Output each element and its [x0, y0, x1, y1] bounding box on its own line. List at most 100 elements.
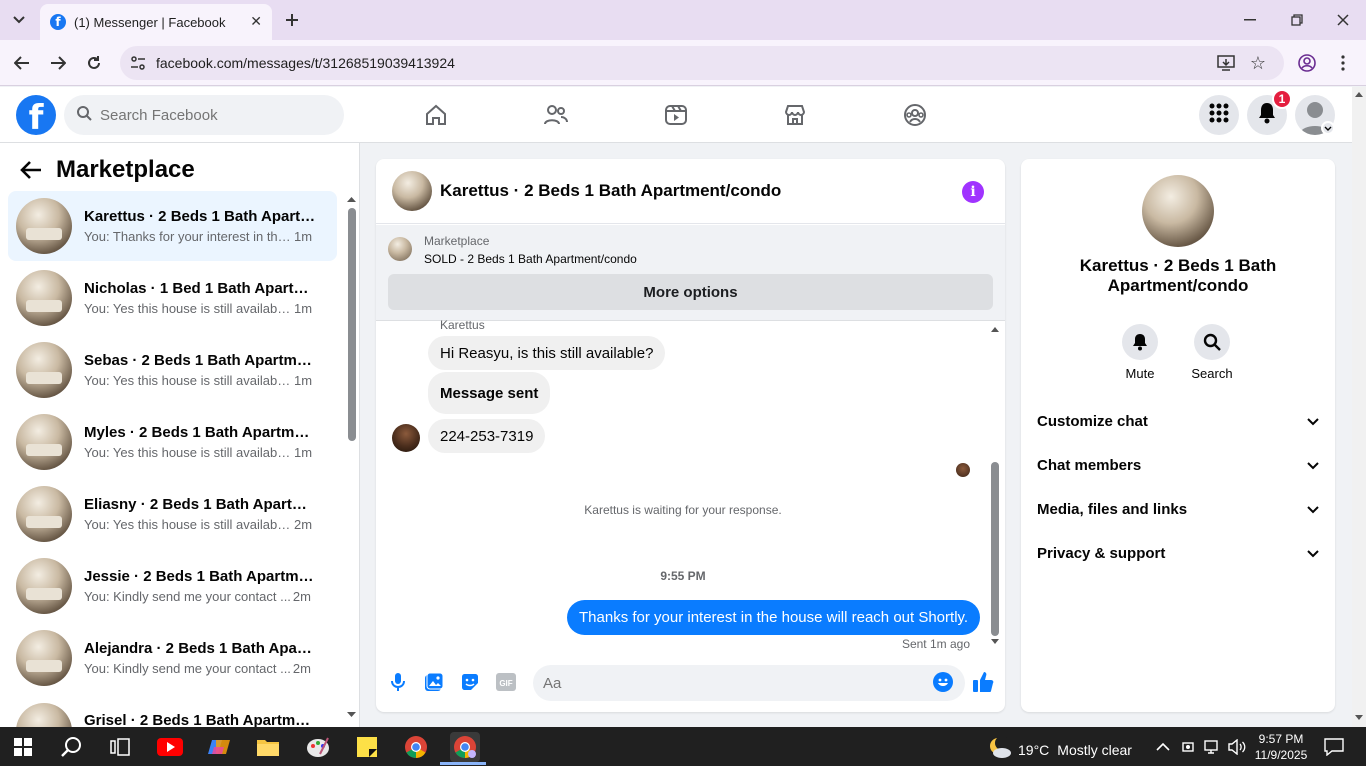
details-avatar[interactable] — [1142, 175, 1214, 247]
tab-list-chevron-icon[interactable] — [8, 10, 30, 30]
photo-icon[interactable] — [422, 670, 446, 694]
file-explorer-icon[interactable] — [253, 732, 283, 762]
incoming-message[interactable]: Hi Reasyu, is this still available? — [428, 336, 666, 370]
bell-icon — [1122, 324, 1158, 360]
incoming-message[interactable]: Message sent — [428, 372, 551, 414]
moon-cloud-icon — [988, 736, 1012, 762]
sender-avatar — [392, 424, 420, 452]
install-app-icon[interactable] — [1216, 53, 1236, 73]
chrome-profile-icon[interactable] — [450, 732, 480, 762]
sticky-notes-icon[interactable] — [352, 732, 382, 762]
chevron-up-icon[interactable] — [1156, 739, 1170, 757]
conversation-snippet: You: Yes this house is still available .… — [84, 517, 292, 532]
facebook-favicon-icon: f — [50, 14, 66, 30]
conversation-item[interactable]: Grisel · 2 Beds 1 Bath Apartment... — [8, 695, 337, 727]
menu-grid-button[interactable] — [1199, 95, 1239, 135]
weather-condition: Mostly clear — [1057, 741, 1132, 758]
notification-badge: 1 — [1272, 89, 1292, 109]
chevron-down-icon — [1307, 545, 1319, 562]
chat-members-section[interactable]: Chat members — [1029, 443, 1327, 487]
info-icon[interactable]: i — [962, 181, 984, 203]
profile-icon[interactable] — [1297, 53, 1317, 73]
time-separator: 9:55 PM — [660, 569, 706, 583]
browser-menu-icon[interactable] — [1333, 53, 1353, 73]
sticker-icon[interactable] — [458, 670, 482, 694]
conversation-item[interactable]: Alejandra · 2 Beds 1 Bath Apart... You: … — [8, 623, 337, 693]
home-icon[interactable] — [416, 100, 456, 130]
conversation-name: Jessie · 2 Beds 1 Bath Apartment... — [84, 568, 316, 585]
back-arrow-icon[interactable] — [20, 160, 44, 184]
mute-button[interactable]: Mute — [1108, 324, 1172, 381]
forward-icon[interactable] — [48, 53, 68, 73]
conversation-name: Grisel · 2 Beds 1 Bath Apartment... — [84, 712, 316, 727]
groups-icon[interactable] — [895, 100, 935, 130]
conversation-item[interactable]: Eliasny · 2 Beds 1 Bath Apartmen... You:… — [8, 479, 337, 549]
system-clock[interactable]: 9:57 PM 11/9/2025 — [1243, 731, 1319, 763]
conversation-time: 1m — [294, 229, 313, 244]
windows-start-icon[interactable] — [8, 732, 38, 762]
address-bar[interactable]: facebook.com/messages/t/3126851903941392… — [120, 46, 1284, 80]
chat-title[interactable]: Karettus · 2 Beds 1 Bath Apartment/condo — [440, 181, 781, 201]
chat-scroll-thumb[interactable] — [991, 462, 999, 636]
taskbar-search-icon[interactable] — [57, 732, 87, 762]
close-tab-icon[interactable]: ✕ — [250, 14, 262, 30]
reload-icon[interactable] — [84, 53, 104, 73]
more-options-button[interactable]: More options — [388, 274, 993, 310]
browser-tab[interactable]: f (1) Messenger | Facebook ✕ — [40, 4, 272, 40]
account-chevron-icon[interactable] — [1321, 121, 1335, 135]
media-files-links-section[interactable]: Media, files and links — [1029, 487, 1327, 531]
restore-window-icon[interactable] — [1287, 10, 1307, 30]
incoming-message[interactable]: 224-253-7319 — [428, 419, 546, 453]
conversation-item[interactable]: Karettus · 2 Beds 1 Bath Apartm... You: … — [8, 191, 337, 261]
youtube-icon[interactable] — [155, 732, 185, 762]
listing-avatar — [16, 414, 72, 470]
section-label: Customize chat — [1037, 412, 1148, 430]
svg-text:GIF: GIF — [499, 679, 512, 688]
message-input[interactable] — [543, 674, 923, 692]
active-app-indicator — [440, 762, 486, 765]
minimize-window-icon[interactable] — [1240, 10, 1260, 30]
weather-widget[interactable]: 19°C Mostly clear — [988, 736, 1132, 762]
page-title: Marketplace — [56, 156, 195, 183]
message-input-field[interactable] — [533, 665, 965, 701]
privacy-support-section[interactable]: Privacy & support — [1029, 531, 1327, 575]
task-view-icon[interactable] — [105, 732, 135, 762]
page-scrollbar[interactable] — [1352, 87, 1366, 727]
conversation-item[interactable]: Jessie · 2 Beds 1 Bath Apartment... You:… — [8, 551, 337, 621]
search-input[interactable] — [100, 106, 320, 124]
site-info-icon[interactable] — [130, 55, 146, 74]
meet-now-icon[interactable] — [1182, 739, 1196, 760]
facebook-search[interactable] — [64, 95, 344, 135]
like-thumbs-up-icon[interactable] — [971, 670, 995, 694]
marketplace-icon[interactable] — [775, 100, 815, 130]
copilot-icon[interactable] — [204, 732, 234, 762]
conversation-snippet: You: Yes this house is still available .… — [84, 373, 292, 388]
conversation-list-scroll-thumb[interactable] — [348, 208, 356, 441]
emoji-icon[interactable] — [931, 670, 955, 694]
chrome-icon[interactable] — [401, 732, 431, 762]
paint-icon[interactable] — [303, 732, 333, 762]
marketplace-label: Marketplace — [424, 234, 490, 248]
network-icon[interactable] — [1204, 739, 1222, 760]
search-in-chat-button[interactable]: Search — [1180, 324, 1244, 381]
back-icon[interactable] — [12, 53, 32, 73]
conversation-item[interactable]: Sebas · 2 Beds 1 Bath Apartment... You: … — [8, 335, 337, 405]
chat-avatar[interactable] — [392, 171, 432, 211]
search-label: Search — [1191, 366, 1233, 381]
facebook-logo-icon[interactable]: f — [16, 95, 56, 135]
friends-icon[interactable] — [536, 100, 576, 130]
outgoing-message[interactable]: Thanks for your interest in the house wi… — [567, 600, 981, 635]
new-tab-icon[interactable] — [282, 10, 302, 30]
bookmark-star-icon[interactable]: ☆ — [1248, 53, 1268, 74]
conversation-item[interactable]: Myles · 2 Beds 1 Bath Apartment... You: … — [8, 407, 337, 477]
listing-avatar — [16, 703, 72, 727]
watch-video-icon[interactable] — [656, 100, 696, 130]
conversation-item[interactable]: Nicholas · 1 Bed 1 Bath Apartme... You: … — [8, 263, 337, 333]
microphone-icon[interactable] — [386, 670, 410, 694]
notification-center-icon[interactable] — [1324, 738, 1344, 761]
tab-title: (1) Messenger | Facebook — [74, 14, 226, 30]
close-window-icon[interactable] — [1333, 10, 1353, 30]
customize-chat-section[interactable]: Customize chat — [1029, 399, 1327, 443]
gif-icon[interactable]: GIF — [494, 670, 518, 694]
listing-avatar — [16, 486, 72, 542]
